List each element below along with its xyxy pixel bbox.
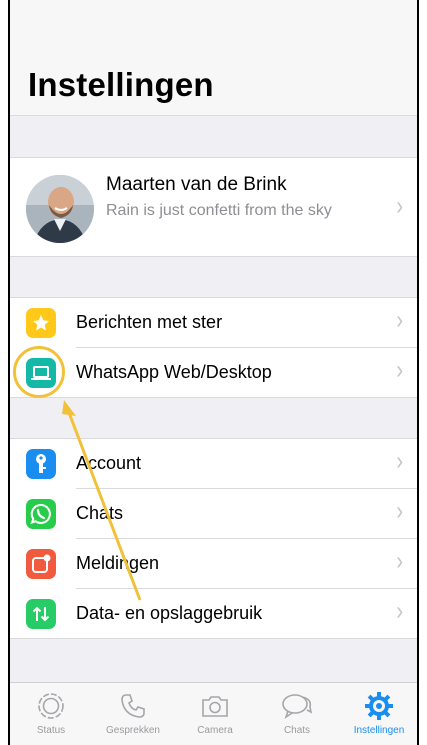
menu-item-label: Chats <box>76 503 124 523</box>
tab-settings[interactable]: Instellingen <box>338 691 417 736</box>
tab-status[interactable]: Status <box>10 691 92 736</box>
tab-label: Camera <box>197 725 233 736</box>
menu-item-notifications[interactable]: Meldingen › <box>10 539 417 589</box>
phone-icon <box>92 691 174 721</box>
tab-chats[interactable]: Chats <box>256 691 338 736</box>
profile-name: Maarten van de Brink <box>106 174 287 195</box>
avatar <box>26 175 94 243</box>
notification-icon <box>26 549 56 579</box>
profile-row[interactable]: Maarten van de Brink Rain is just confet… <box>10 157 417 257</box>
menu-item-account[interactable]: Account › <box>10 439 417 489</box>
status-icon <box>10 691 92 721</box>
chevron-right-icon: › <box>396 306 403 336</box>
tab-calls[interactable]: Gesprekken <box>92 691 174 736</box>
menu-item-label: Meldingen <box>76 553 160 573</box>
menu-item-label: Account <box>76 453 142 473</box>
tab-label: Chats <box>283 725 311 736</box>
menu-group-starred-web: Berichten met ster › WhatsApp Web/Deskto… <box>10 297 417 398</box>
tab-label: Instellingen <box>353 725 405 736</box>
star-icon <box>26 308 56 338</box>
chat-bubbles-icon <box>256 691 338 721</box>
chevron-right-icon: › <box>396 447 403 477</box>
menu-item-label: WhatsApp Web/Desktop <box>76 362 272 382</box>
chevron-right-icon: › <box>396 192 403 222</box>
menu-group-settings: Account › Chats › Meldingen › Data- en o… <box>10 438 417 639</box>
profile-status: Rain is just confetti from the sky <box>106 202 332 219</box>
highlight-circle <box>13 346 65 398</box>
tab-bar: Status Gesprekken Camera Chats Instellin… <box>10 682 417 745</box>
chevron-right-icon: › <box>396 356 403 386</box>
gear-icon <box>338 691 417 721</box>
chevron-right-icon: › <box>396 497 403 527</box>
menu-item-chats[interactable]: Chats › <box>10 489 417 539</box>
page-title: Instellingen <box>28 66 214 103</box>
tab-label: Status <box>36 725 66 736</box>
key-icon <box>26 449 56 479</box>
phone-screen: Instellingen Maarten van de Brink Rain i… <box>8 0 419 745</box>
chevron-right-icon: › <box>396 597 403 627</box>
menu-item-label: Berichten met ster <box>76 312 223 332</box>
chevron-right-icon: › <box>396 547 403 577</box>
camera-icon <box>174 691 256 721</box>
nav-header: Instellingen <box>10 0 417 116</box>
tab-camera[interactable]: Camera <box>174 691 256 736</box>
whatsapp-icon <box>26 499 56 529</box>
tab-label: Gesprekken <box>106 725 160 736</box>
menu-item-starred-messages[interactable]: Berichten met ster › <box>10 298 417 348</box>
data-arrows-icon <box>26 599 56 629</box>
menu-item-data-storage[interactable]: Data- en opslaggebruik › <box>10 589 417 639</box>
menu-item-label: Data- en opslaggebruik <box>76 603 263 623</box>
menu-item-whatsapp-web[interactable]: WhatsApp Web/Desktop › <box>10 348 417 398</box>
